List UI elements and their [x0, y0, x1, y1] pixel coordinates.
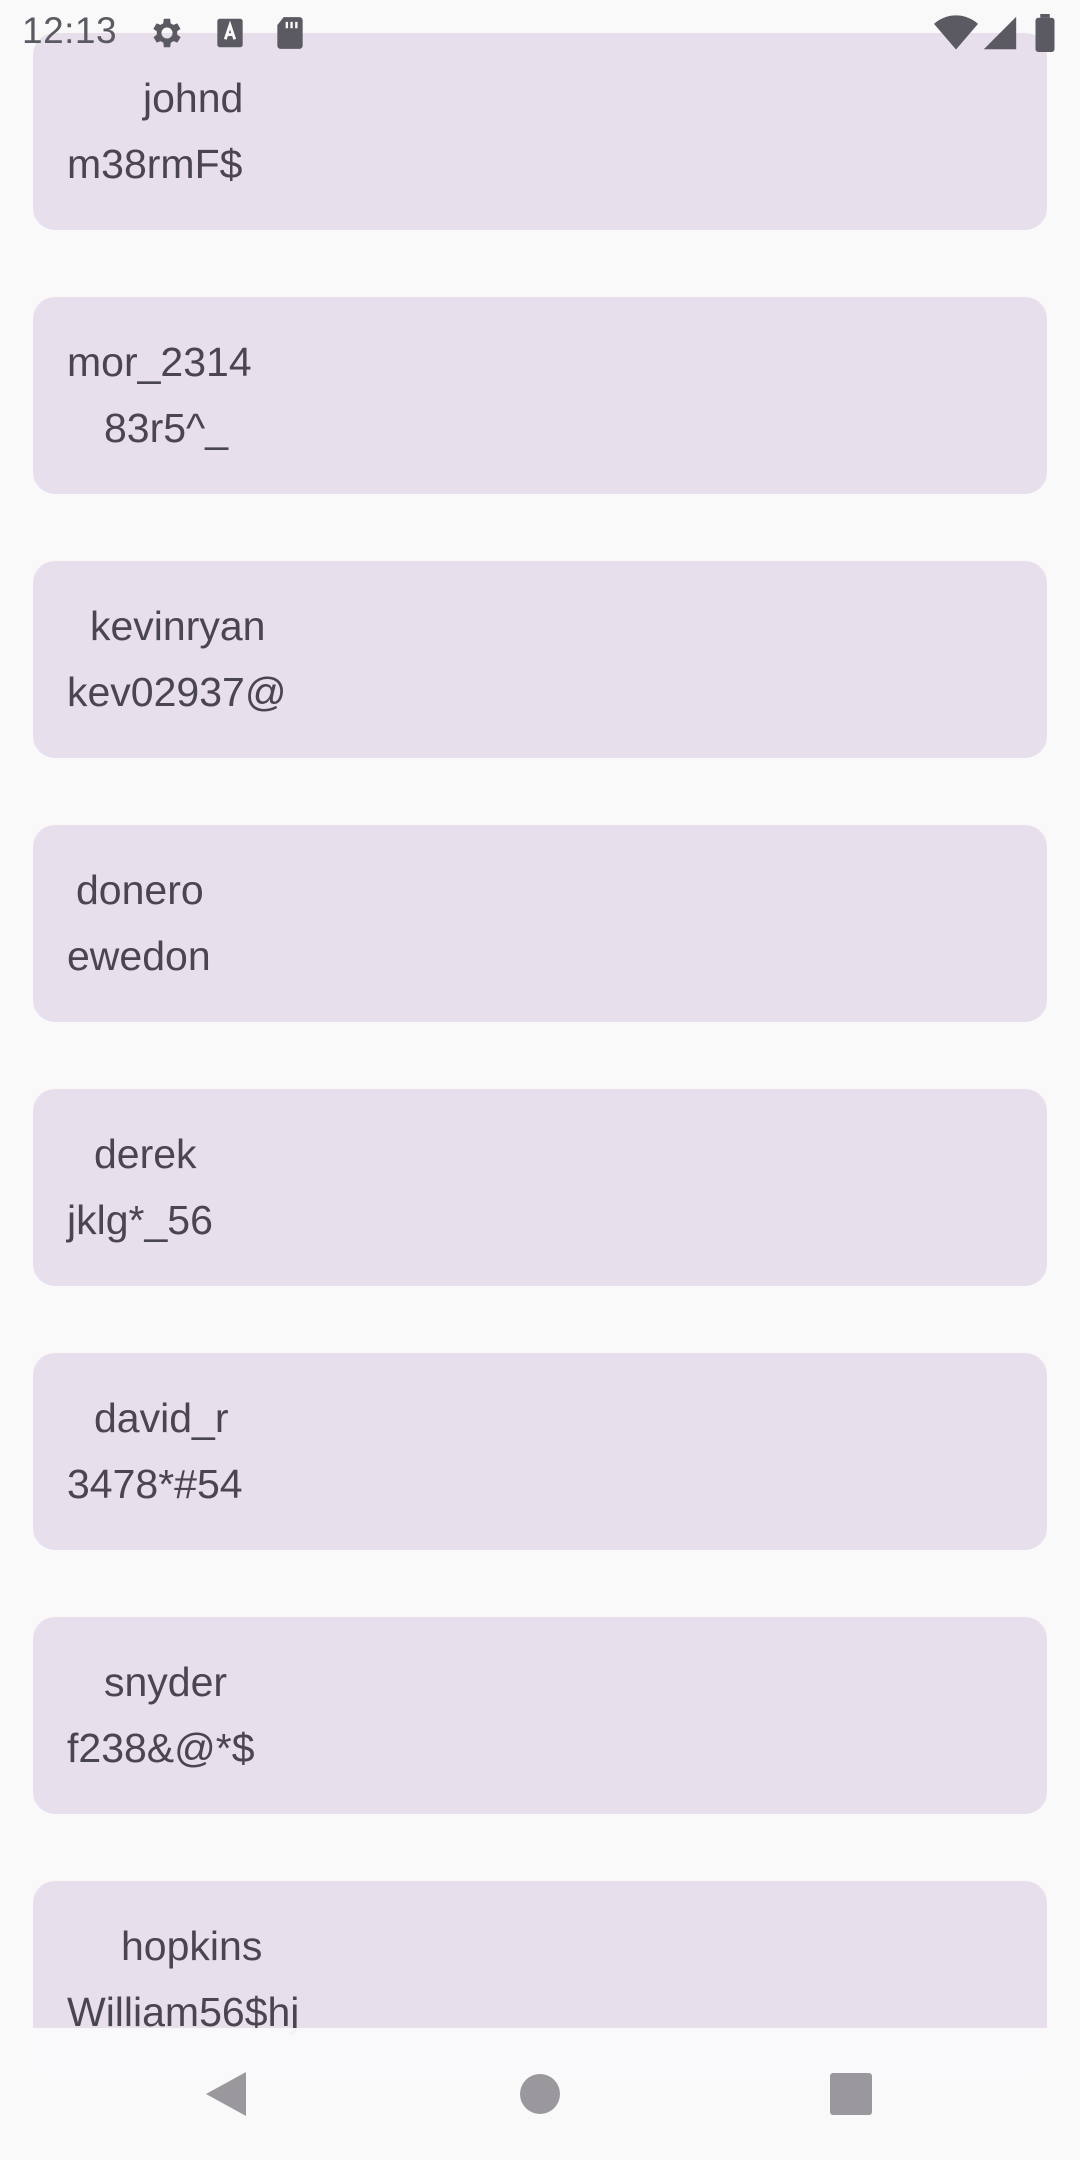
status-time: 12:13	[22, 10, 118, 51]
username-label: snyder	[104, 1659, 228, 1705]
account-card[interactable]: donero ewedon	[33, 825, 1047, 1022]
account-card[interactable]: david_r 3478*#54	[33, 1353, 1047, 1550]
password-label: m38rmF$	[67, 141, 243, 187]
username-label: johnd	[143, 75, 244, 121]
username-label: donero	[76, 867, 204, 913]
font-a-icon	[211, 14, 249, 52]
password-label: 3478*#54	[67, 1461, 243, 1507]
username-label: kevinryan	[90, 603, 266, 649]
back-button[interactable]	[170, 2044, 280, 2144]
password-label: 83r5^_	[104, 405, 229, 451]
username-label: david_r	[94, 1395, 229, 1441]
screen: johnd m38rmF$ mor_2314 83r5^_ kevinryan …	[0, 0, 1080, 2160]
recents-button[interactable]	[796, 2044, 906, 2144]
account-card[interactable]: kevinryan kev02937@	[33, 561, 1047, 758]
back-icon	[206, 2072, 246, 2116]
account-card[interactable]: mor_2314 83r5^_	[33, 297, 1047, 494]
home-icon	[520, 2074, 560, 2114]
sd-card-icon	[271, 14, 309, 52]
password-label: kev02937@	[67, 669, 287, 715]
signal-icon	[982, 14, 1020, 52]
password-label: ewedon	[67, 933, 211, 979]
recents-icon	[830, 2073, 872, 2115]
password-label: f238&@*$	[67, 1725, 255, 1771]
status-bar: 12:13	[0, 0, 1080, 66]
battery-icon	[1033, 14, 1057, 52]
home-button[interactable]	[485, 2044, 595, 2144]
account-card[interactable]: snyder f238&@*$	[33, 1617, 1047, 1814]
gear-icon	[148, 14, 186, 52]
username-label: derek	[94, 1131, 197, 1177]
username-label: hopkins	[121, 1923, 263, 1969]
password-label: jklg*_56	[67, 1197, 213, 1243]
username-label: mor_2314	[67, 339, 252, 385]
account-card[interactable]: derek jklg*_56	[33, 1089, 1047, 1286]
wifi-icon	[934, 14, 978, 52]
navigation-bar	[0, 2028, 1080, 2160]
